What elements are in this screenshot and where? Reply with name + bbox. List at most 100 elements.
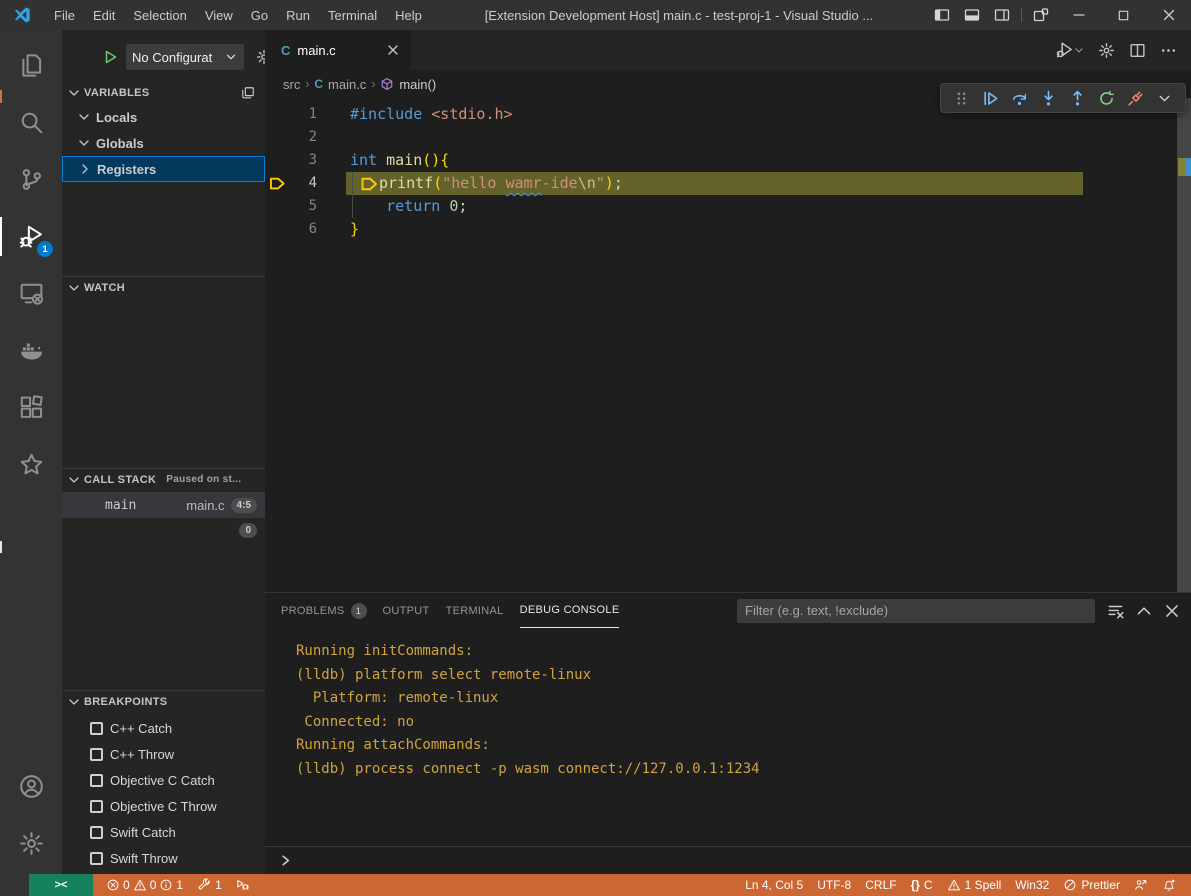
breakpoint-c-catch[interactable]: C++ Catch — [62, 715, 265, 741]
start-debugging-icon[interactable] — [102, 49, 118, 65]
minimize-button[interactable] — [1056, 0, 1101, 30]
spell-checker-status[interactable]: 1 Spell — [940, 874, 1009, 896]
watch-section-header[interactable]: WATCH — [62, 276, 265, 298]
menu-edit[interactable]: Edit — [84, 0, 124, 30]
step-out-icon[interactable] — [1063, 85, 1092, 111]
customize-layout-button[interactable] — [1026, 0, 1056, 30]
breakpoint-swift-catch[interactable]: Swift Catch — [62, 819, 265, 845]
clear-console-icon[interactable] — [1107, 602, 1125, 620]
activity-item-favorites[interactable] — [0, 436, 62, 493]
variables-item-locals[interactable]: Locals — [62, 104, 265, 130]
notifications-status[interactable] — [1155, 874, 1183, 896]
breakpoint-objective-c-catch[interactable]: Objective C Catch — [62, 767, 265, 793]
activity-item-source-control[interactable] — [0, 151, 62, 208]
activity-item-remote-explorer[interactable] — [0, 265, 62, 322]
gutter-glyph-margin[interactable] — [265, 126, 291, 149]
activity-item-search[interactable] — [0, 94, 62, 151]
launch-configuration-dropdown[interactable]: No Configurat — [126, 44, 244, 70]
breadcrumb-file[interactable]: main.c — [328, 77, 366, 92]
checkbox-unchecked[interactable] — [90, 722, 103, 735]
copy-value-icon[interactable] — [241, 86, 255, 100]
panel-tab-terminal[interactable]: TERMINAL — [446, 593, 504, 628]
menu-help[interactable]: Help — [386, 0, 431, 30]
activity-item-run-and-debug[interactable]: 1 — [0, 208, 62, 265]
breakpoints-section-header[interactable]: BREAKPOINTS — [62, 690, 265, 712]
run-or-debug-button[interactable] — [1056, 41, 1084, 59]
maximize-panel-icon[interactable] — [1135, 602, 1153, 620]
menu-selection[interactable]: Selection — [124, 0, 195, 30]
restart-icon[interactable] — [1092, 85, 1121, 111]
current-instruction-arrow-icon[interactable] — [265, 172, 291, 195]
breadcrumb-symbol[interactable]: main() — [399, 77, 436, 92]
breakpoint-c-throw[interactable]: C++ Throw — [62, 741, 265, 767]
menu-file[interactable]: File — [45, 0, 84, 30]
split-editor-button[interactable] — [1129, 42, 1146, 59]
toggle-sidebar-button[interactable] — [927, 0, 957, 30]
menu-view[interactable]: View — [196, 0, 242, 30]
stack-frame-row[interactable]: main main.c 4:5 — [62, 492, 265, 518]
call-stack-section-header[interactable]: CALL STACK Paused on st... — [62, 468, 265, 490]
problems-status[interactable]: 0 0 1 — [99, 874, 190, 896]
tab-main-c[interactable]: C main.c — [265, 30, 411, 70]
activity-item-extensions[interactable] — [0, 379, 62, 436]
checkbox-unchecked[interactable] — [90, 800, 103, 813]
continue-icon[interactable] — [976, 85, 1005, 111]
close-window-button[interactable] — [1146, 0, 1191, 30]
code-line-6[interactable]: 6} — [265, 218, 1191, 241]
maximize-button[interactable] — [1101, 0, 1146, 30]
checkbox-unchecked[interactable] — [90, 748, 103, 761]
breakpoint-objective-c-throw[interactable]: Objective C Throw — [62, 793, 265, 819]
disconnect-icon[interactable] — [1121, 85, 1150, 111]
cursor-position-status[interactable]: Ln 4, Col 5 — [738, 874, 810, 896]
eol-status[interactable]: CRLF — [858, 874, 903, 896]
console-filter-input[interactable] — [737, 599, 1095, 623]
close-tab-icon[interactable] — [385, 42, 401, 58]
variables-item-globals[interactable]: Globals — [62, 130, 265, 156]
gutter-glyph-margin[interactable] — [265, 218, 291, 241]
encoding-status[interactable]: UTF-8 — [810, 874, 858, 896]
menu-terminal[interactable]: Terminal — [319, 0, 386, 30]
platform-status[interactable]: Win32 — [1008, 874, 1056, 896]
checkbox-unchecked[interactable] — [90, 852, 103, 865]
code-line-4[interactable]: 4printf("hello wamr-ide\n"); — [265, 172, 1191, 195]
code-editor[interactable]: 1#include <stdio.h>23int main(){4printf(… — [265, 98, 1191, 592]
checkbox-unchecked[interactable] — [90, 826, 103, 839]
remote-indicator[interactable]: >< — [29, 874, 93, 896]
code-line-2[interactable]: 2 — [265, 126, 1191, 149]
feedback-status[interactable] — [1127, 874, 1155, 896]
toggle-panel-button[interactable] — [957, 0, 987, 30]
variables-item-registers[interactable]: Registers — [62, 156, 265, 182]
activity-item-docker[interactable] — [0, 322, 62, 379]
activity-item-accounts[interactable] — [0, 758, 62, 815]
step-over-icon[interactable] — [1005, 85, 1034, 111]
activity-item-explorer[interactable] — [0, 37, 62, 94]
thread-row[interactable]: 0 — [62, 518, 265, 542]
toggle-secondary-sidebar-button[interactable] — [987, 0, 1017, 30]
panel-tab-problems[interactable]: PROBLEMS1 — [281, 593, 367, 628]
breadcrumb-folder[interactable]: src — [283, 77, 300, 92]
configure-gear-icon[interactable] — [256, 49, 265, 65]
menu-go[interactable]: Go — [242, 0, 277, 30]
more-actions-button[interactable] — [1160, 42, 1177, 59]
gutter-glyph-margin[interactable] — [265, 149, 291, 172]
menu-run[interactable]: Run — [277, 0, 319, 30]
close-panel-icon[interactable] — [1163, 602, 1181, 620]
debug-status[interactable] — [229, 874, 257, 896]
step-into-icon[interactable] — [1034, 85, 1063, 111]
code-line-3[interactable]: 3int main(){ — [265, 149, 1191, 172]
activity-item-settings[interactable] — [0, 815, 62, 872]
tools-status[interactable]: 1 — [190, 874, 229, 896]
code-line-5[interactable]: 5 return 0; — [265, 195, 1191, 218]
chevron-down-icon[interactable] — [1150, 85, 1179, 111]
checkbox-unchecked[interactable] — [90, 774, 103, 787]
formatter-status[interactable]: Prettier — [1056, 874, 1127, 896]
settings-button[interactable] — [1098, 42, 1115, 59]
panel-tab-output[interactable]: OUTPUT — [383, 593, 430, 628]
variables-section-header[interactable]: VARIABLES — [62, 82, 265, 104]
language-mode-status[interactable]: {} C — [904, 874, 940, 896]
gutter-glyph-margin[interactable] — [265, 195, 291, 218]
gutter-glyph-margin[interactable] — [265, 103, 291, 126]
panel-tab-debug-console[interactable]: DEBUG CONSOLE — [520, 593, 620, 628]
breakpoint-swift-throw[interactable]: Swift Throw — [62, 845, 265, 871]
debug-console-input[interactable] — [265, 846, 1191, 874]
